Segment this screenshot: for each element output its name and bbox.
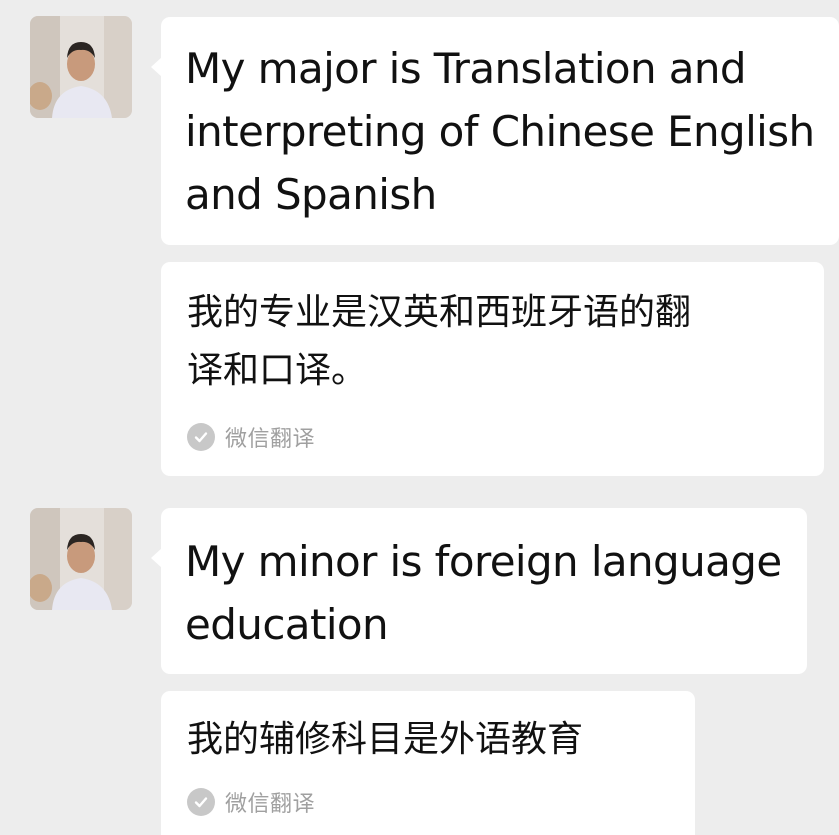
- sender-avatar[interactable]: [30, 508, 132, 610]
- translation-source: 微信翻译: [187, 422, 315, 452]
- translation-source-label: 微信翻译: [225, 427, 316, 452]
- translation-bubble[interactable]: 我的辅修科目是外语教育 微信翻译: [161, 691, 695, 835]
- bubble-tail: [151, 548, 162, 568]
- message-text: My minor is foreign language education: [185, 537, 782, 649]
- avatar-photo-icon: [30, 508, 132, 610]
- check-circle-icon: [187, 423, 215, 451]
- avatar-photo-icon: [30, 16, 132, 118]
- translation-source-label: 微信翻译: [225, 792, 316, 817]
- message-text: My major is Translation and interpreting…: [185, 44, 815, 219]
- check-circle-icon: [187, 788, 215, 816]
- sender-avatar[interactable]: [30, 16, 132, 118]
- translation-bubble[interactable]: 我的专业是汉英和西班牙语的翻 译和口译。 微信翻译: [161, 262, 824, 476]
- translation-text: 我的辅修科目是外语教育: [187, 719, 584, 760]
- message-bubble[interactable]: My major is Translation and interpreting…: [151, 17, 839, 245]
- message-bubble[interactable]: My minor is foreign language education: [151, 508, 807, 674]
- translation-source: 微信翻译: [187, 787, 315, 817]
- bubble-tail: [151, 57, 162, 77]
- translation-text: 我的专业是汉英和西班牙语的翻 译和口译。: [187, 292, 692, 391]
